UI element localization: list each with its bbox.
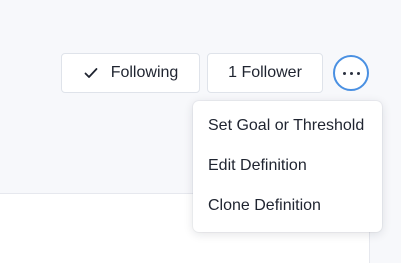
- following-button[interactable]: Following: [61, 53, 200, 93]
- followers-label: 1 Follower: [228, 64, 302, 81]
- ellipsis-icon: [342, 71, 346, 75]
- more-options-button[interactable]: [333, 55, 369, 91]
- ellipsis-icon: [356, 71, 360, 75]
- menu-item-set-goal[interactable]: Set Goal or Threshold: [193, 106, 382, 146]
- ellipsis-icon: [349, 71, 353, 75]
- check-icon: [83, 65, 99, 81]
- menu-item-clone-definition[interactable]: Clone Definition: [193, 186, 382, 226]
- followers-button[interactable]: 1 Follower: [207, 53, 323, 93]
- more-options-menu: Set Goal or Threshold Edit Definition Cl…: [193, 101, 382, 232]
- menu-item-edit-definition[interactable]: Edit Definition: [193, 146, 382, 186]
- following-label: Following: [110, 64, 179, 81]
